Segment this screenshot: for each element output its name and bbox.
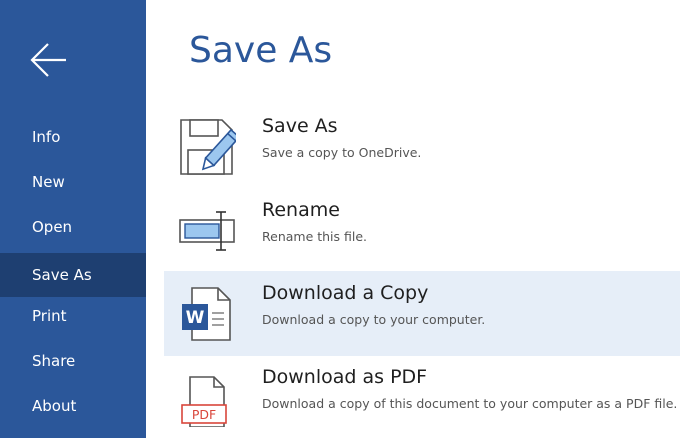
- save-disk-pencil-icon: [180, 119, 236, 175]
- option-download-pdf[interactable]: PDF Download as PDF Download a copy of t…: [164, 355, 680, 440]
- option-title: Save As: [262, 115, 338, 137]
- option-download-copy[interactable]: W Download a Copy Download a copy to you…: [164, 271, 680, 356]
- back-button[interactable]: [26, 40, 70, 80]
- rename-field-icon: [179, 211, 235, 251]
- option-title: Rename: [262, 199, 340, 221]
- option-title: Download as PDF: [262, 366, 428, 388]
- sidebar-item-share[interactable]: Share: [0, 339, 146, 383]
- sidebar-item-info[interactable]: Info: [0, 115, 146, 159]
- back-arrow-icon: [30, 43, 66, 77]
- svg-text:W: W: [186, 308, 205, 328]
- option-save-as[interactable]: Save As Save a copy to OneDrive.: [164, 104, 680, 189]
- word-document-icon: W: [182, 287, 231, 341]
- sidebar-item-new[interactable]: New: [0, 160, 146, 204]
- option-description: Rename this file.: [262, 229, 368, 244]
- sidebar-item-about[interactable]: About: [0, 384, 146, 428]
- option-title: Download a Copy: [262, 282, 429, 304]
- sidebar: Info New Open Save As Print Share About: [0, 0, 146, 438]
- option-description: Download a copy to your computer.: [262, 312, 486, 327]
- option-description: Save a copy to OneDrive.: [262, 145, 422, 160]
- sidebar-item-print[interactable]: Print: [0, 294, 146, 338]
- pdf-badge-text: PDF: [192, 407, 216, 422]
- option-description: Download a copy of this document to your…: [262, 396, 678, 411]
- sidebar-item-save-as[interactable]: Save As: [0, 253, 146, 297]
- sidebar-item-open[interactable]: Open: [0, 205, 146, 249]
- page-title: Save As: [189, 30, 333, 71]
- pdf-document-icon: PDF: [181, 376, 227, 427]
- option-rename[interactable]: Rename Rename this file.: [164, 188, 680, 273]
